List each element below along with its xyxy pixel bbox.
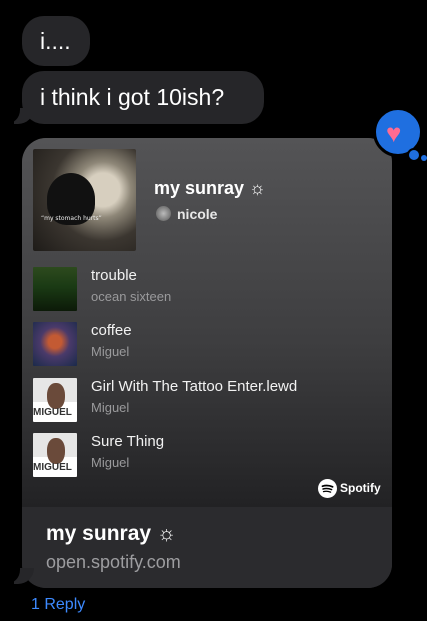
playlist-cover-image: “my stomach hurts” [33, 149, 136, 251]
owner-name: nicole [177, 206, 218, 222]
album-art-text: MIGUEL [33, 407, 72, 418]
track-art [33, 322, 77, 366]
reaction-tail-dot [407, 148, 421, 162]
link-preview-card[interactable]: “my stomach hurts” my sunray ☼ nicole tr… [22, 138, 392, 588]
track-title: coffee [91, 322, 132, 339]
heart-icon: ♥ [386, 118, 402, 148]
track-title: Girl With The Tattoo Enter.lewd [91, 378, 298, 395]
link-footer[interactable]: my sunray ☼ open.spotify.com [22, 507, 392, 588]
message-bubble[interactable]: i.... [22, 16, 90, 66]
track-row[interactable]: coffee Miguel [33, 322, 373, 368]
spotify-icon [318, 479, 337, 498]
track-title: trouble [91, 267, 137, 284]
link-title: my sunray ☼ [46, 522, 177, 545]
track-row[interactable]: MIGUEL Sure Thing Miguel [33, 433, 373, 479]
track-title: Sure Thing [91, 433, 165, 450]
cover-caption: “my stomach hurts” [41, 215, 102, 222]
playlist-preview: “my stomach hurts” my sunray ☼ nicole tr… [22, 138, 392, 507]
track-art: MIGUEL [33, 433, 77, 477]
link-url: open.spotify.com [46, 552, 181, 572]
spotify-wordmark: Spotify [340, 481, 381, 495]
album-art-text: MIGUEL [33, 462, 72, 473]
reaction-tail-dot [421, 155, 427, 161]
reply-link[interactable]: 1 Reply [31, 596, 85, 614]
track-row[interactable]: MIGUEL Girl With The Tattoo Enter.lewd M… [33, 378, 373, 424]
message-text: i think i got 10ish? [40, 84, 225, 110]
artist-photo [47, 438, 65, 464]
track-artist: Miguel [91, 400, 130, 415]
message-bubble[interactable]: i think i got 10ish? [22, 71, 264, 124]
track-artist: Miguel [91, 455, 130, 470]
artist-photo [47, 383, 65, 409]
playlist-title: my sunray ☼ [154, 178, 266, 198]
track-artist: ocean sixteen [91, 289, 172, 304]
track-art [33, 267, 77, 311]
bubble-tail [6, 108, 34, 124]
message-text: i.... [40, 28, 71, 54]
owner-avatar [156, 206, 171, 221]
track-art: MIGUEL [33, 378, 77, 422]
track-artist: Miguel [91, 344, 130, 359]
track-row[interactable]: trouble ocean sixteen [33, 267, 373, 313]
